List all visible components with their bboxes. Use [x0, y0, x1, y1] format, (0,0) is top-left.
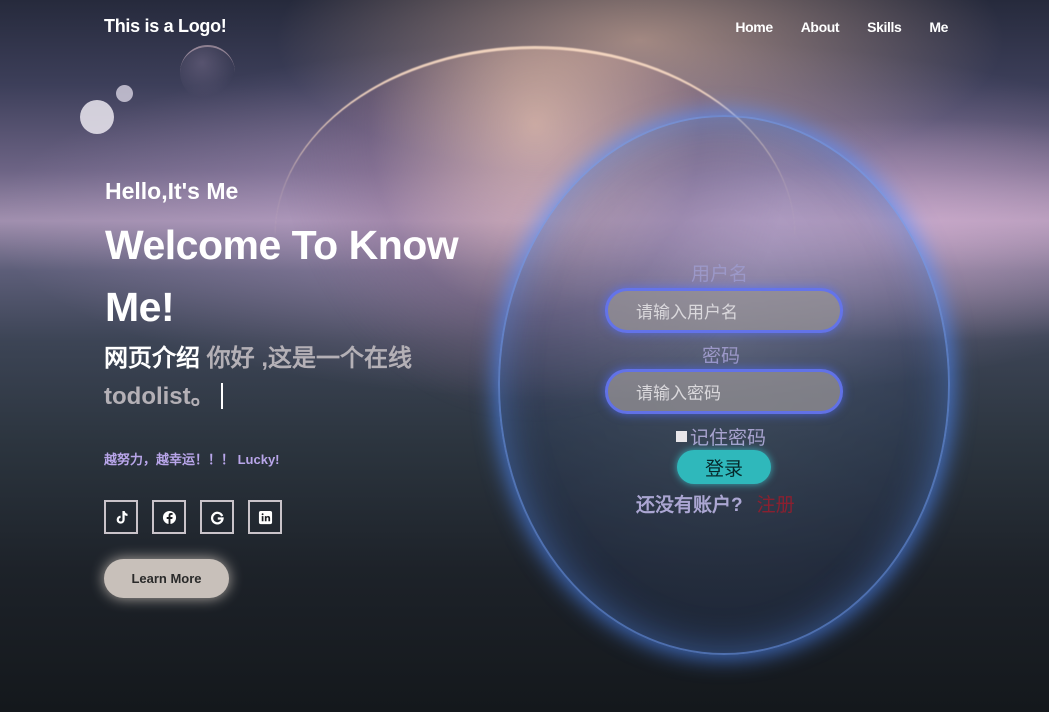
- tiktok-icon: [116, 510, 127, 524]
- nav-skills[interactable]: Skills: [867, 19, 902, 35]
- hero-motto: 越努力，越幸运！！！ Lucky!: [104, 452, 280, 467]
- hero-greeting: Hello,It's Me: [105, 178, 239, 204]
- register-link[interactable]: 注册: [757, 495, 795, 516]
- password-input[interactable]: 请输入密码: [605, 369, 843, 414]
- site-header: This is a Logo! Home About Skills Me: [0, 0, 1049, 55]
- remember-me[interactable]: 记住密码: [676, 423, 766, 450]
- remember-checkbox[interactable]: [676, 431, 687, 442]
- typing-cursor: [220, 383, 223, 409]
- username-input[interactable]: 请输入用户名: [605, 288, 843, 333]
- glow-dot-small: [116, 85, 133, 102]
- logo[interactable]: This is a Logo!: [104, 16, 227, 37]
- intro-label: 网页介绍: [104, 345, 200, 372]
- remember-label: 记住密码: [690, 428, 767, 449]
- login-button[interactable]: 登录: [677, 450, 771, 484]
- nav-me[interactable]: Me: [929, 19, 948, 35]
- username-label: 用户名: [691, 264, 749, 285]
- password-label: 密码: [702, 346, 741, 367]
- hero-intro: 网页介绍 你好 ,这是一个在线todolist。: [104, 340, 484, 416]
- nav-home[interactable]: Home: [735, 19, 773, 35]
- hero-title: Welcome To Know Me!: [105, 222, 459, 330]
- glow-dot-large: [80, 100, 114, 134]
- signup-prompt: 还没有账户? 注册: [636, 490, 795, 517]
- google-icon: [210, 511, 224, 524]
- social-links: [104, 500, 282, 534]
- no-account-text: 还没有账户?: [636, 495, 743, 516]
- tiktok-link[interactable]: [104, 500, 138, 534]
- learn-more-button[interactable]: Learn More: [104, 559, 229, 598]
- linkedin-link[interactable]: [248, 500, 282, 534]
- main-nav: Home About Skills Me: [735, 19, 948, 35]
- linkedin-icon: [258, 510, 272, 524]
- google-link[interactable]: [200, 500, 234, 534]
- nav-about[interactable]: About: [801, 19, 840, 35]
- facebook-link[interactable]: [152, 500, 186, 534]
- facebook-icon: [162, 510, 176, 525]
